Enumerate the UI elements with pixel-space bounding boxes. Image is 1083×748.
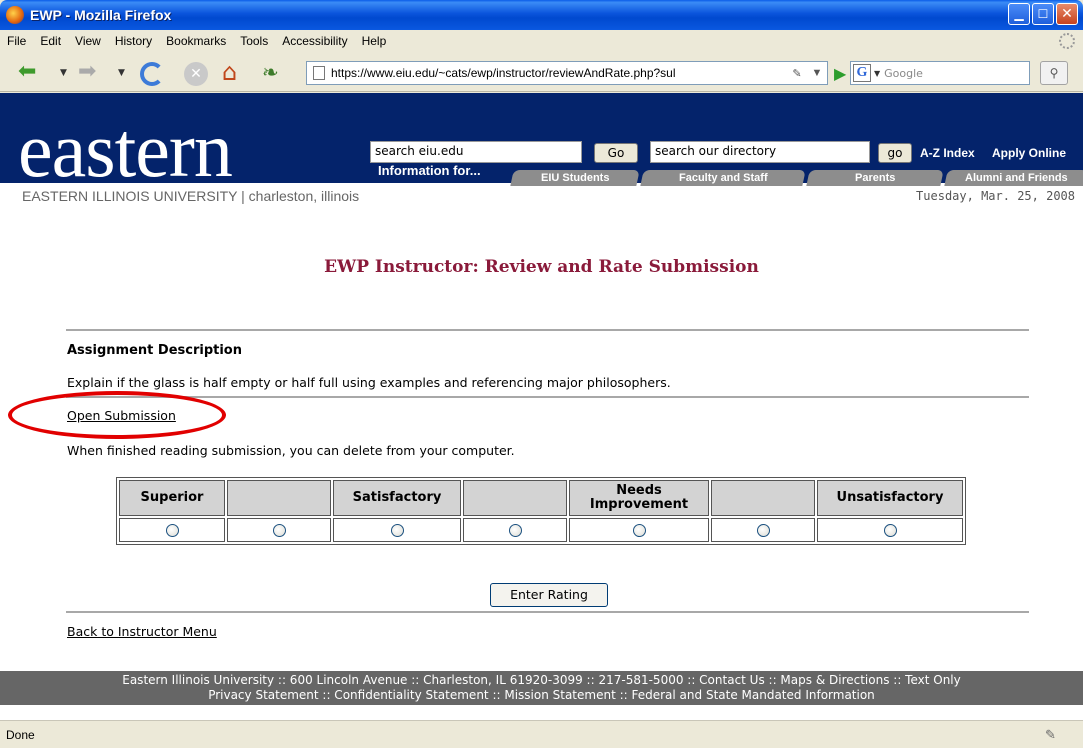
search-box[interactable]: G ▼ Google — [850, 61, 1030, 85]
back-history-dropdown-icon[interactable]: ▼ — [60, 68, 67, 78]
enter-rating-button[interactable]: Enter Rating — [490, 583, 608, 607]
rating-cell — [333, 518, 461, 542]
delete-note: When finished reading submission, you ca… — [67, 443, 515, 458]
status-bar: Done ✎ — [0, 720, 1083, 748]
directory-go-button[interactable]: go — [878, 143, 912, 163]
menu-accessibility[interactable]: Accessibility — [275, 34, 354, 48]
current-date: Tuesday, Mar. 25, 2008 — [916, 189, 1075, 203]
stop-icon[interactable]: ✕ — [184, 62, 208, 86]
rating-header-needs: Needs — [616, 483, 662, 498]
rating-table: Superior Satisfactory Needs Improvement … — [116, 477, 966, 545]
rating-header-blank — [463, 480, 567, 516]
rating-header-blank — [227, 480, 331, 516]
home-icon[interactable]: ⌂ — [222, 60, 237, 84]
menu-bar: File Edit View History Bookmarks Tools A… — [0, 30, 1083, 52]
rating-header-satisfactory: Satisfactory — [333, 480, 461, 516]
rating-radio-2[interactable] — [272, 524, 286, 537]
rating-radio-superior[interactable] — [165, 524, 179, 537]
page-viewport: eastern search eiu.edu Go search our dir… — [0, 93, 1083, 720]
highlight-annotation — [8, 391, 226, 439]
rating-cell — [817, 518, 963, 542]
tab-label: EIU Students — [540, 172, 610, 184]
status-text: Done — [6, 727, 35, 742]
rating-header-blank — [711, 480, 815, 516]
search-engine-dropdown-icon[interactable]: ▼ — [874, 69, 880, 78]
rating-radio-4[interactable] — [508, 524, 522, 537]
address-bar[interactable]: https://www.eiu.edu/~cats/ewp/instructor… — [306, 61, 828, 85]
minimize-button[interactable]: ▁ — [1008, 3, 1030, 25]
url-dropdown-icon[interactable]: ▼ — [807, 67, 827, 79]
rating-radio-unsatisfactory[interactable] — [883, 524, 897, 537]
tab-label: Alumni and Friends — [964, 172, 1068, 184]
rating-radio-row — [119, 518, 963, 542]
window-titlebar[interactable]: EWP - Mozilla Firefox ▁ ☐ ✕ — [0, 0, 1083, 30]
rating-radio-satisfactory[interactable] — [390, 524, 404, 537]
divider — [66, 329, 1029, 331]
ssl-broken-icon[interactable]: ✎ — [787, 67, 807, 80]
rating-cell — [463, 518, 567, 542]
rating-radio-needs-improvement[interactable] — [632, 524, 646, 537]
navigation-toolbar: ⬅ ▼ ➡ ▼ ✕ ⌂ ❧ https://www.eiu.edu/~cats/… — [0, 52, 1083, 92]
rating-header-superior: Superior — [119, 480, 225, 516]
window-title: EWP - Mozilla Firefox — [30, 7, 172, 23]
menu-bookmarks[interactable]: Bookmarks — [159, 34, 233, 48]
maximize-button[interactable]: ☐ — [1032, 3, 1054, 25]
close-button[interactable]: ✕ — [1056, 3, 1078, 25]
tab-eiu-students[interactable]: EIU Students — [510, 170, 640, 186]
rating-cell — [119, 518, 225, 542]
search-magnifier-icon[interactable]: ⚲ — [1040, 61, 1068, 85]
forward-history-dropdown-icon[interactable]: ▼ — [118, 68, 125, 78]
menu-help[interactable]: Help — [355, 34, 394, 48]
url-text[interactable]: https://www.eiu.edu/~cats/ewp/instructor… — [331, 66, 787, 80]
tab-label: Faculty and Staff — [678, 172, 768, 184]
menu-file[interactable]: File — [0, 34, 33, 48]
back-arrow-icon[interactable]: ⬅ — [18, 60, 36, 84]
menu-tools[interactable]: Tools — [233, 34, 275, 48]
rating-header-improvement: Improvement — [589, 497, 689, 512]
university-line: EASTERN ILLINOIS UNIVERSITY | charleston… — [22, 188, 360, 204]
footer-line-1[interactable]: Eastern Illinois University :: 600 Linco… — [0, 673, 1083, 688]
forward-arrow-icon[interactable]: ➡ — [78, 60, 96, 84]
rating-radio-6[interactable] — [756, 524, 770, 537]
directory-search-input[interactable]: search our directory — [650, 141, 870, 163]
menu-edit[interactable]: Edit — [33, 34, 68, 48]
tab-label: Parents — [854, 172, 896, 184]
menu-view[interactable]: View — [68, 34, 108, 48]
rating-cell — [227, 518, 331, 542]
site-search-go-button[interactable]: Go — [594, 143, 638, 163]
site-header: eastern search eiu.edu Go search our dir… — [0, 93, 1083, 205]
site-search-input[interactable]: search eiu.edu — [370, 141, 582, 163]
rating-header-needs-improvement: Needs Improvement — [569, 480, 709, 516]
az-index-link[interactable]: A-Z Index — [920, 146, 975, 160]
information-for-label: Information for... — [378, 163, 481, 178]
menu-history[interactable]: History — [108, 34, 159, 48]
footer-line-2[interactable]: Privacy Statement :: Confidentiality Sta… — [0, 688, 1083, 703]
divider — [66, 611, 1029, 613]
reload-icon[interactable] — [140, 62, 164, 86]
assignment-description-heading: Assignment Description — [67, 343, 242, 358]
tab-alumni-friends[interactable]: Alumni and Friends — [944, 170, 1083, 186]
firefox-icon — [6, 6, 24, 24]
divider — [66, 396, 1029, 398]
site-footer: Eastern Illinois University :: 600 Linco… — [0, 671, 1083, 705]
rating-header-row: Superior Satisfactory Needs Improvement … — [119, 480, 963, 516]
back-to-instructor-menu-link[interactable]: Back to Instructor Menu — [67, 624, 217, 639]
security-broken-icon[interactable]: ✎ — [1045, 727, 1061, 743]
rating-cell — [711, 518, 815, 542]
throbber-icon — [1059, 33, 1075, 49]
rating-header-unsatisfactory: Unsatisfactory — [817, 480, 963, 516]
page-icon — [313, 66, 325, 80]
apply-online-link[interactable]: Apply Online — [992, 146, 1066, 160]
window-controls: ▁ ☐ ✕ — [1008, 3, 1078, 25]
tab-faculty-staff[interactable]: Faculty and Staff — [640, 170, 806, 186]
tab-parents[interactable]: Parents — [806, 170, 944, 186]
page-title: EWP Instructor: Review and Rate Submissi… — [324, 257, 759, 277]
eastern-logo[interactable]: eastern — [18, 111, 233, 189]
bookmark-leaf-icon[interactable]: ❧ — [262, 60, 279, 84]
google-icon[interactable]: G — [853, 64, 871, 82]
rating-cell — [569, 518, 709, 542]
go-arrow-icon[interactable]: ▶ — [834, 64, 846, 83]
search-placeholder: Google — [884, 66, 923, 80]
assignment-description-text: Explain if the glass is half empty or ha… — [67, 375, 671, 390]
